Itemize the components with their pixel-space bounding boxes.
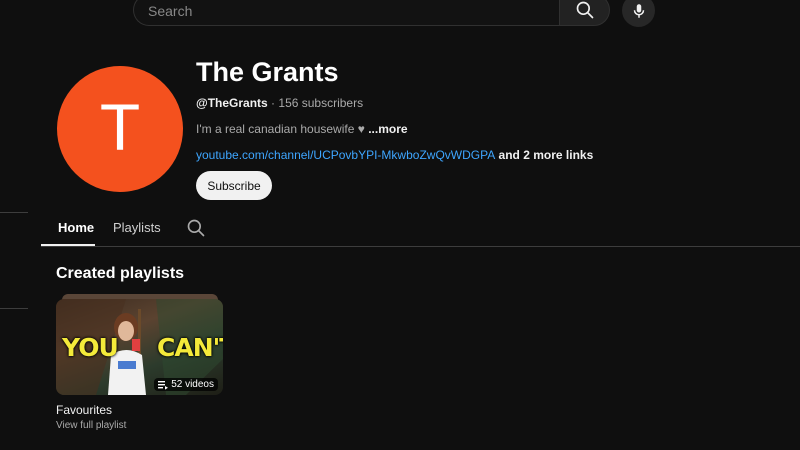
subscribe-button[interactable]: Subscribe — [196, 171, 272, 200]
playlist-title[interactable]: Favourites — [56, 403, 112, 417]
channel-meta: @TheGrants · 156 subscribers — [196, 96, 363, 110]
thumbnail-text-left: YOU — [62, 333, 119, 362]
channel-search-button[interactable] — [186, 218, 206, 243]
video-count-badge: 52 videos — [154, 378, 218, 391]
channel-description[interactable]: I'm a real canadian housewife ♥ ...more — [196, 122, 408, 136]
view-full-playlist-link[interactable]: View full playlist — [56, 420, 126, 431]
voice-search-button[interactable] — [622, 0, 655, 27]
section-title: Created playlists — [56, 265, 185, 282]
more-links-button[interactable]: and 2 more links — [495, 148, 594, 162]
search-input[interactable] — [148, 3, 560, 19]
tab-home[interactable]: Home — [58, 220, 94, 235]
sidebar-divider — [0, 308, 28, 309]
search-icon — [187, 219, 205, 237]
meta-separator: · — [267, 96, 279, 110]
video-count: 52 videos — [171, 379, 214, 390]
microphone-icon — [633, 3, 644, 18]
sidebar-divider — [0, 212, 28, 213]
channel-url-link[interactable]: youtube.com/channel/UCPovbYPI-MkwboZwQvW… — [196, 148, 495, 162]
playlist-thumbnail[interactable]: YOU CAN'T 52 videos — [56, 299, 223, 395]
description-more-link[interactable]: ...more — [368, 122, 407, 136]
search-icon — [576, 1, 593, 19]
playlist-icon — [158, 380, 169, 390]
channel-avatar[interactable]: T — [57, 66, 183, 192]
channel-links: youtube.com/channel/UCPovbYPI-MkwboZwQvW… — [196, 148, 593, 162]
subscriber-count: 156 subscribers — [278, 96, 364, 110]
channel-handle: @TheGrants — [196, 96, 268, 110]
avatar-letter: T — [99, 90, 141, 164]
tab-playlists[interactable]: Playlists — [113, 220, 161, 235]
tabs-divider — [41, 246, 800, 247]
search-button[interactable] — [559, 0, 610, 26]
description-text: I'm a real canadian housewife ♥ — [196, 122, 369, 136]
channel-name: The Grants — [196, 57, 339, 87]
thumbnail-text-right: CAN'T — [157, 333, 223, 362]
search-bar[interactable] — [133, 0, 560, 26]
